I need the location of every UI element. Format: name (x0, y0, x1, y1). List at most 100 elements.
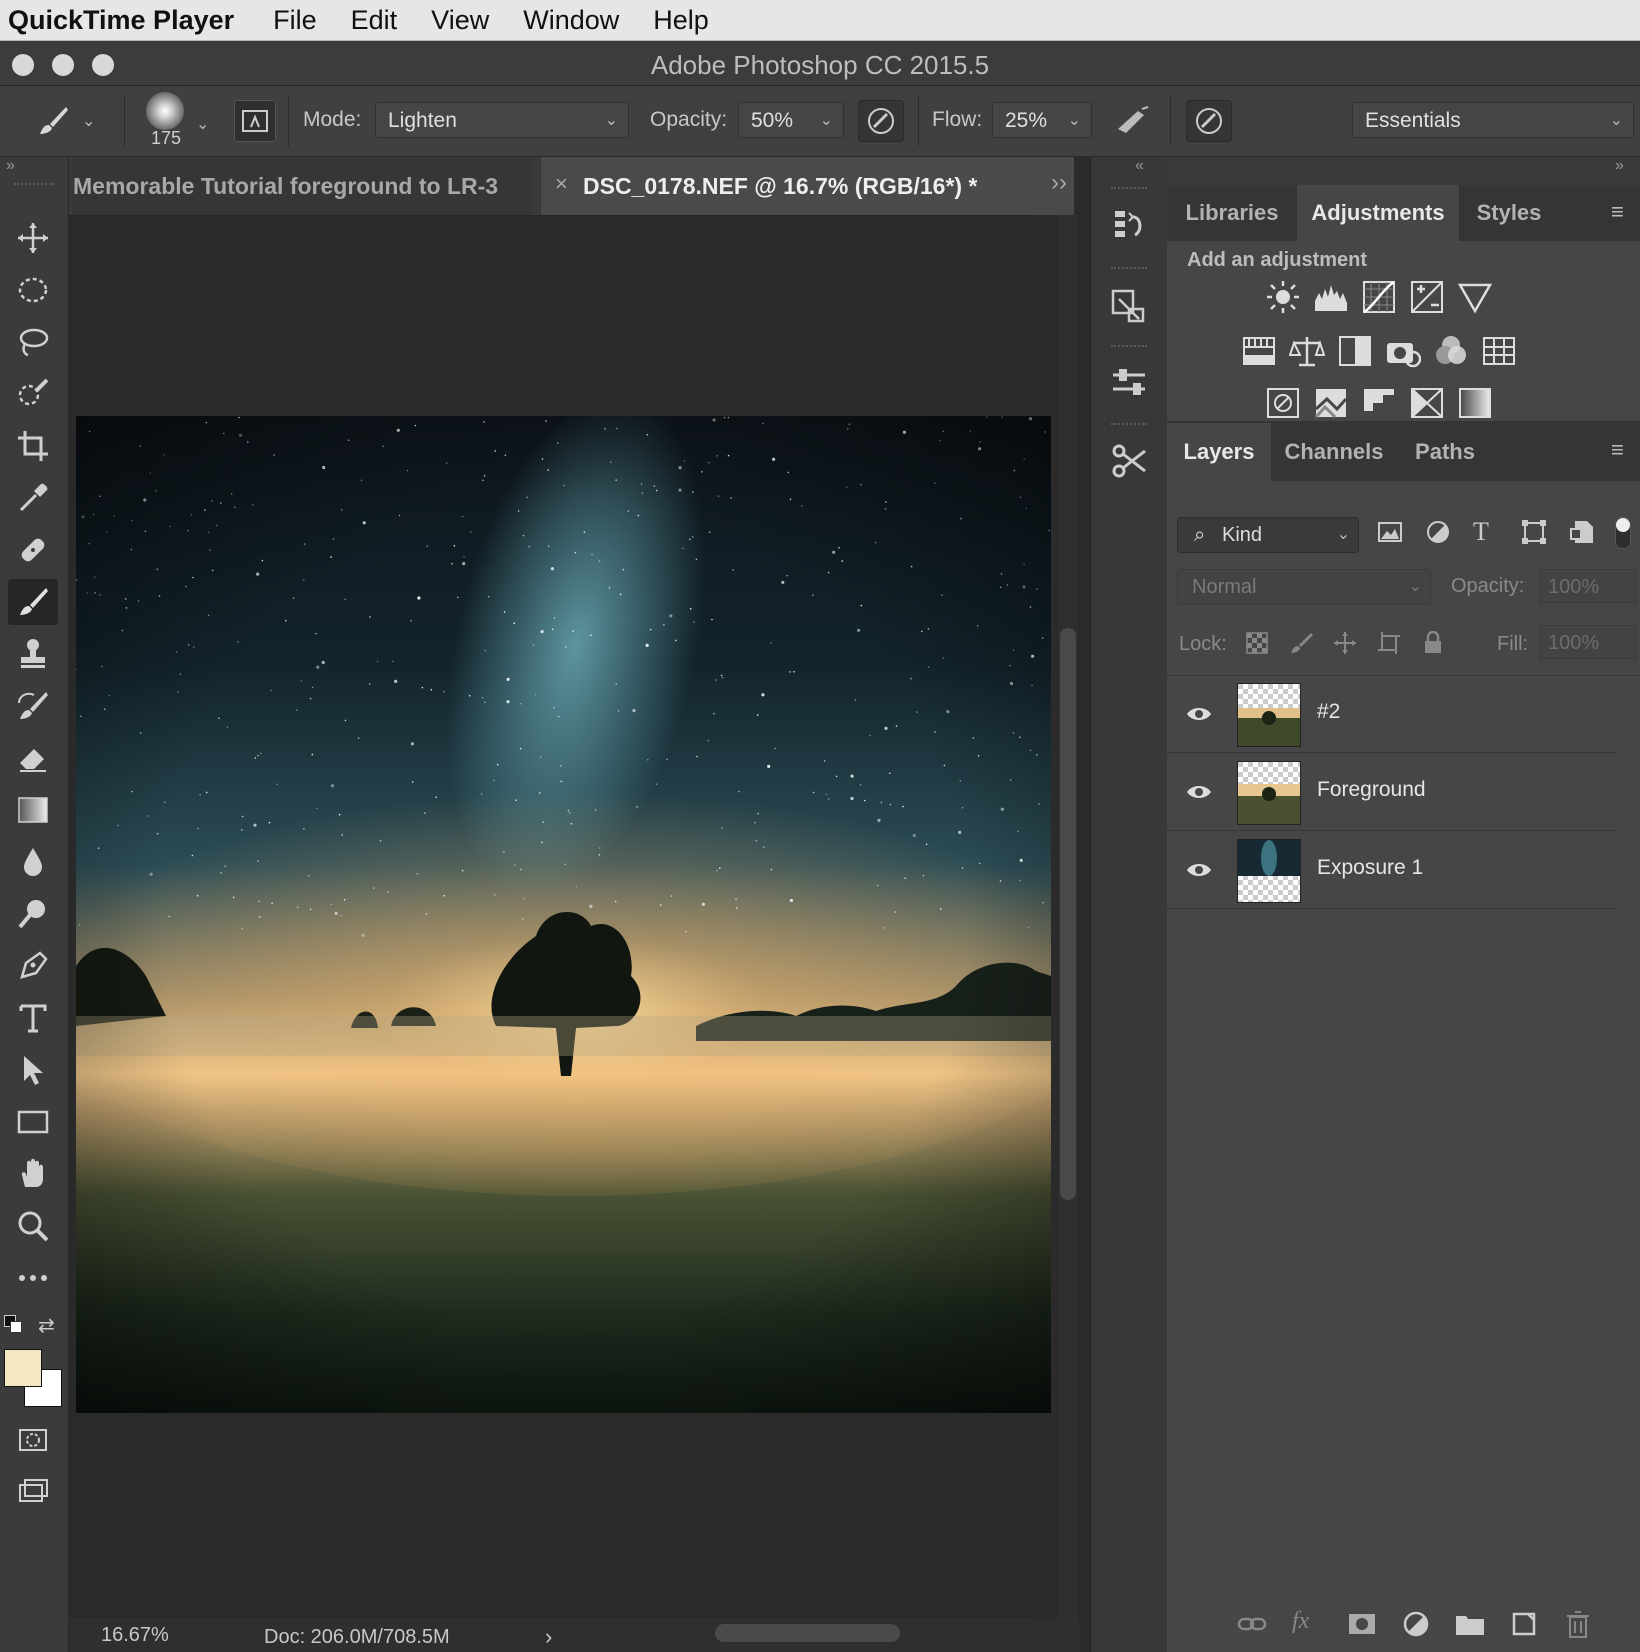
pressure-size-button[interactable] (1186, 100, 1232, 142)
layer-filter-select[interactable]: ⌕ Kind ⌄ (1177, 517, 1359, 553)
flow-field[interactable]: 25% ⌄ (992, 102, 1092, 138)
foreground-color-swatch[interactable] (4, 1349, 42, 1387)
eye-icon[interactable] (1185, 858, 1213, 882)
eye-icon[interactable] (1185, 780, 1213, 804)
clone-source-panel-button[interactable] (1101, 277, 1157, 333)
tab-libraries[interactable]: Libraries (1167, 185, 1297, 241)
brightness-contrast-icon[interactable] (1265, 279, 1301, 315)
tool-preset-picker[interactable]: ⌄ (36, 100, 106, 142)
swap-colors-icon[interactable]: ⇄ (38, 1313, 55, 1338)
panel-grip[interactable] (14, 183, 54, 189)
collapse-panel-icon[interactable]: « (1135, 157, 1144, 175)
filter-type-layers-icon[interactable]: T (1473, 517, 1489, 547)
pen-tool[interactable] (8, 943, 58, 989)
history-brush-tool[interactable] (8, 683, 58, 729)
tab-channels[interactable]: Channels (1271, 423, 1397, 481)
black-white-icon[interactable] (1337, 333, 1373, 369)
brush-tool[interactable] (8, 579, 58, 625)
layer-style-fx-icon[interactable]: fx (1292, 1608, 1324, 1640)
add-mask-icon[interactable] (1346, 1608, 1378, 1640)
tab-layers[interactable]: Layers (1167, 423, 1271, 481)
quick-mask-button[interactable] (8, 1417, 58, 1463)
status-menu-arrow-icon[interactable]: › (545, 1624, 552, 1650)
path-selection-tool[interactable] (8, 1047, 58, 1093)
color-balance-icon[interactable] (1288, 333, 1326, 369)
collapse-dock-icon[interactable]: » (1615, 157, 1624, 175)
vibrance-icon[interactable] (1457, 279, 1493, 315)
eyedropper-tool[interactable] (8, 475, 58, 521)
new-group-folder-icon[interactable] (1454, 1608, 1486, 1640)
threshold-icon[interactable] (1361, 385, 1397, 421)
pressure-opacity-button[interactable] (858, 100, 904, 142)
dodge-tool[interactable] (8, 891, 58, 937)
layer-name[interactable]: Exposure 1 (1317, 856, 1423, 880)
default-colors-icon[interactable] (4, 1315, 22, 1333)
healing-brush-tool[interactable] (8, 527, 58, 573)
brush-panel-toggle[interactable] (234, 100, 276, 142)
airbrush-button[interactable] (1110, 100, 1154, 142)
document-tab-active[interactable]: × DSC_0178.NEF @ 16.7% (RGB/16*) * (541, 157, 1074, 215)
layer-opacity-field[interactable]: 100% (1539, 569, 1637, 603)
tab-paths[interactable]: Paths (1397, 423, 1493, 481)
blur-tool[interactable] (8, 839, 58, 885)
quick-selection-tool[interactable] (8, 371, 58, 417)
menu-view[interactable]: View (431, 5, 489, 36)
workspace-select[interactable]: Essentials ⌄ (1352, 102, 1634, 138)
lock-position-icon[interactable] (1333, 631, 1357, 655)
move-tool[interactable] (8, 215, 58, 261)
properties-panel-button[interactable] (1101, 355, 1157, 411)
lock-transparent-pixels-icon[interactable] (1245, 631, 1269, 655)
tab-adjustments[interactable]: Adjustments (1297, 185, 1459, 241)
new-layer-icon[interactable] (1508, 1608, 1540, 1640)
filter-pixel-layers-icon[interactable] (1377, 519, 1403, 545)
document-canvas[interactable] (76, 416, 1051, 1413)
type-tool[interactable] (8, 995, 58, 1041)
mode-select[interactable]: Lighten ⌄ (375, 102, 629, 138)
horizontal-scroll-thumb[interactable] (715, 1624, 900, 1642)
fill-field[interactable]: 100% (1539, 625, 1637, 659)
vertical-scroll-thumb[interactable] (1060, 628, 1076, 1200)
curves-icon[interactable] (1361, 279, 1397, 315)
more-tools[interactable] (8, 1255, 58, 1301)
menu-window[interactable]: Window (523, 5, 619, 36)
layers-menu-icon[interactable]: ≡ (1611, 437, 1624, 463)
tab-styles[interactable]: Styles (1459, 185, 1559, 241)
lock-image-pixels-icon[interactable] (1289, 631, 1313, 655)
eye-icon[interactable] (1185, 702, 1213, 726)
posterize-icon[interactable] (1313, 385, 1349, 421)
blend-mode-select[interactable]: Normal ⌄ (1177, 569, 1431, 605)
menu-edit[interactable]: Edit (351, 5, 398, 36)
levels-icon[interactable] (1313, 279, 1349, 315)
history-panel-button[interactable] (1101, 197, 1157, 253)
layer-name[interactable]: #2 (1317, 700, 1340, 724)
exposure-icon[interactable] (1409, 279, 1445, 315)
photo-filter-icon[interactable] (1385, 333, 1422, 369)
expand-panel-icon[interactable]: » (6, 157, 15, 175)
channel-mixer-icon[interactable] (1433, 333, 1469, 369)
lock-all-icon[interactable] (1421, 630, 1445, 655)
rectangle-tool[interactable] (8, 1099, 58, 1145)
new-adjustment-layer-icon[interactable] (1400, 1608, 1432, 1640)
color-lookup-icon[interactable] (1481, 333, 1517, 369)
marquee-tool[interactable] (8, 267, 58, 313)
screen-mode-button[interactable] (8, 1469, 58, 1515)
hand-tool[interactable] (8, 1151, 58, 1197)
layer-row[interactable]: #2 (1167, 676, 1617, 753)
brush-picker-chevron-icon[interactable]: ⌄ (196, 114, 209, 134)
invert-icon[interactable] (1265, 385, 1301, 421)
menu-help[interactable]: Help (653, 5, 709, 36)
filter-shape-layers-icon[interactable] (1521, 519, 1547, 545)
delete-layer-trash-icon[interactable] (1562, 1608, 1594, 1640)
filter-adjustment-layers-icon[interactable] (1425, 519, 1451, 545)
app-menu[interactable]: QuickTime Player (8, 5, 234, 36)
link-layers-icon[interactable] (1236, 1608, 1268, 1640)
filter-smart-objects-icon[interactable] (1569, 519, 1595, 545)
lock-artboard-icon[interactable] (1377, 631, 1401, 655)
close-tab-icon[interactable]: × (555, 171, 568, 197)
zoom-tool[interactable] (8, 1203, 58, 1249)
tool-presets-panel-button[interactable] (1101, 433, 1157, 489)
layer-row[interactable]: Foreground (1167, 754, 1617, 831)
gradient-map-icon[interactable] (1457, 385, 1493, 421)
layer-name[interactable]: Foreground (1317, 778, 1426, 802)
zoom-level[interactable]: 16.67% (101, 1624, 169, 1647)
